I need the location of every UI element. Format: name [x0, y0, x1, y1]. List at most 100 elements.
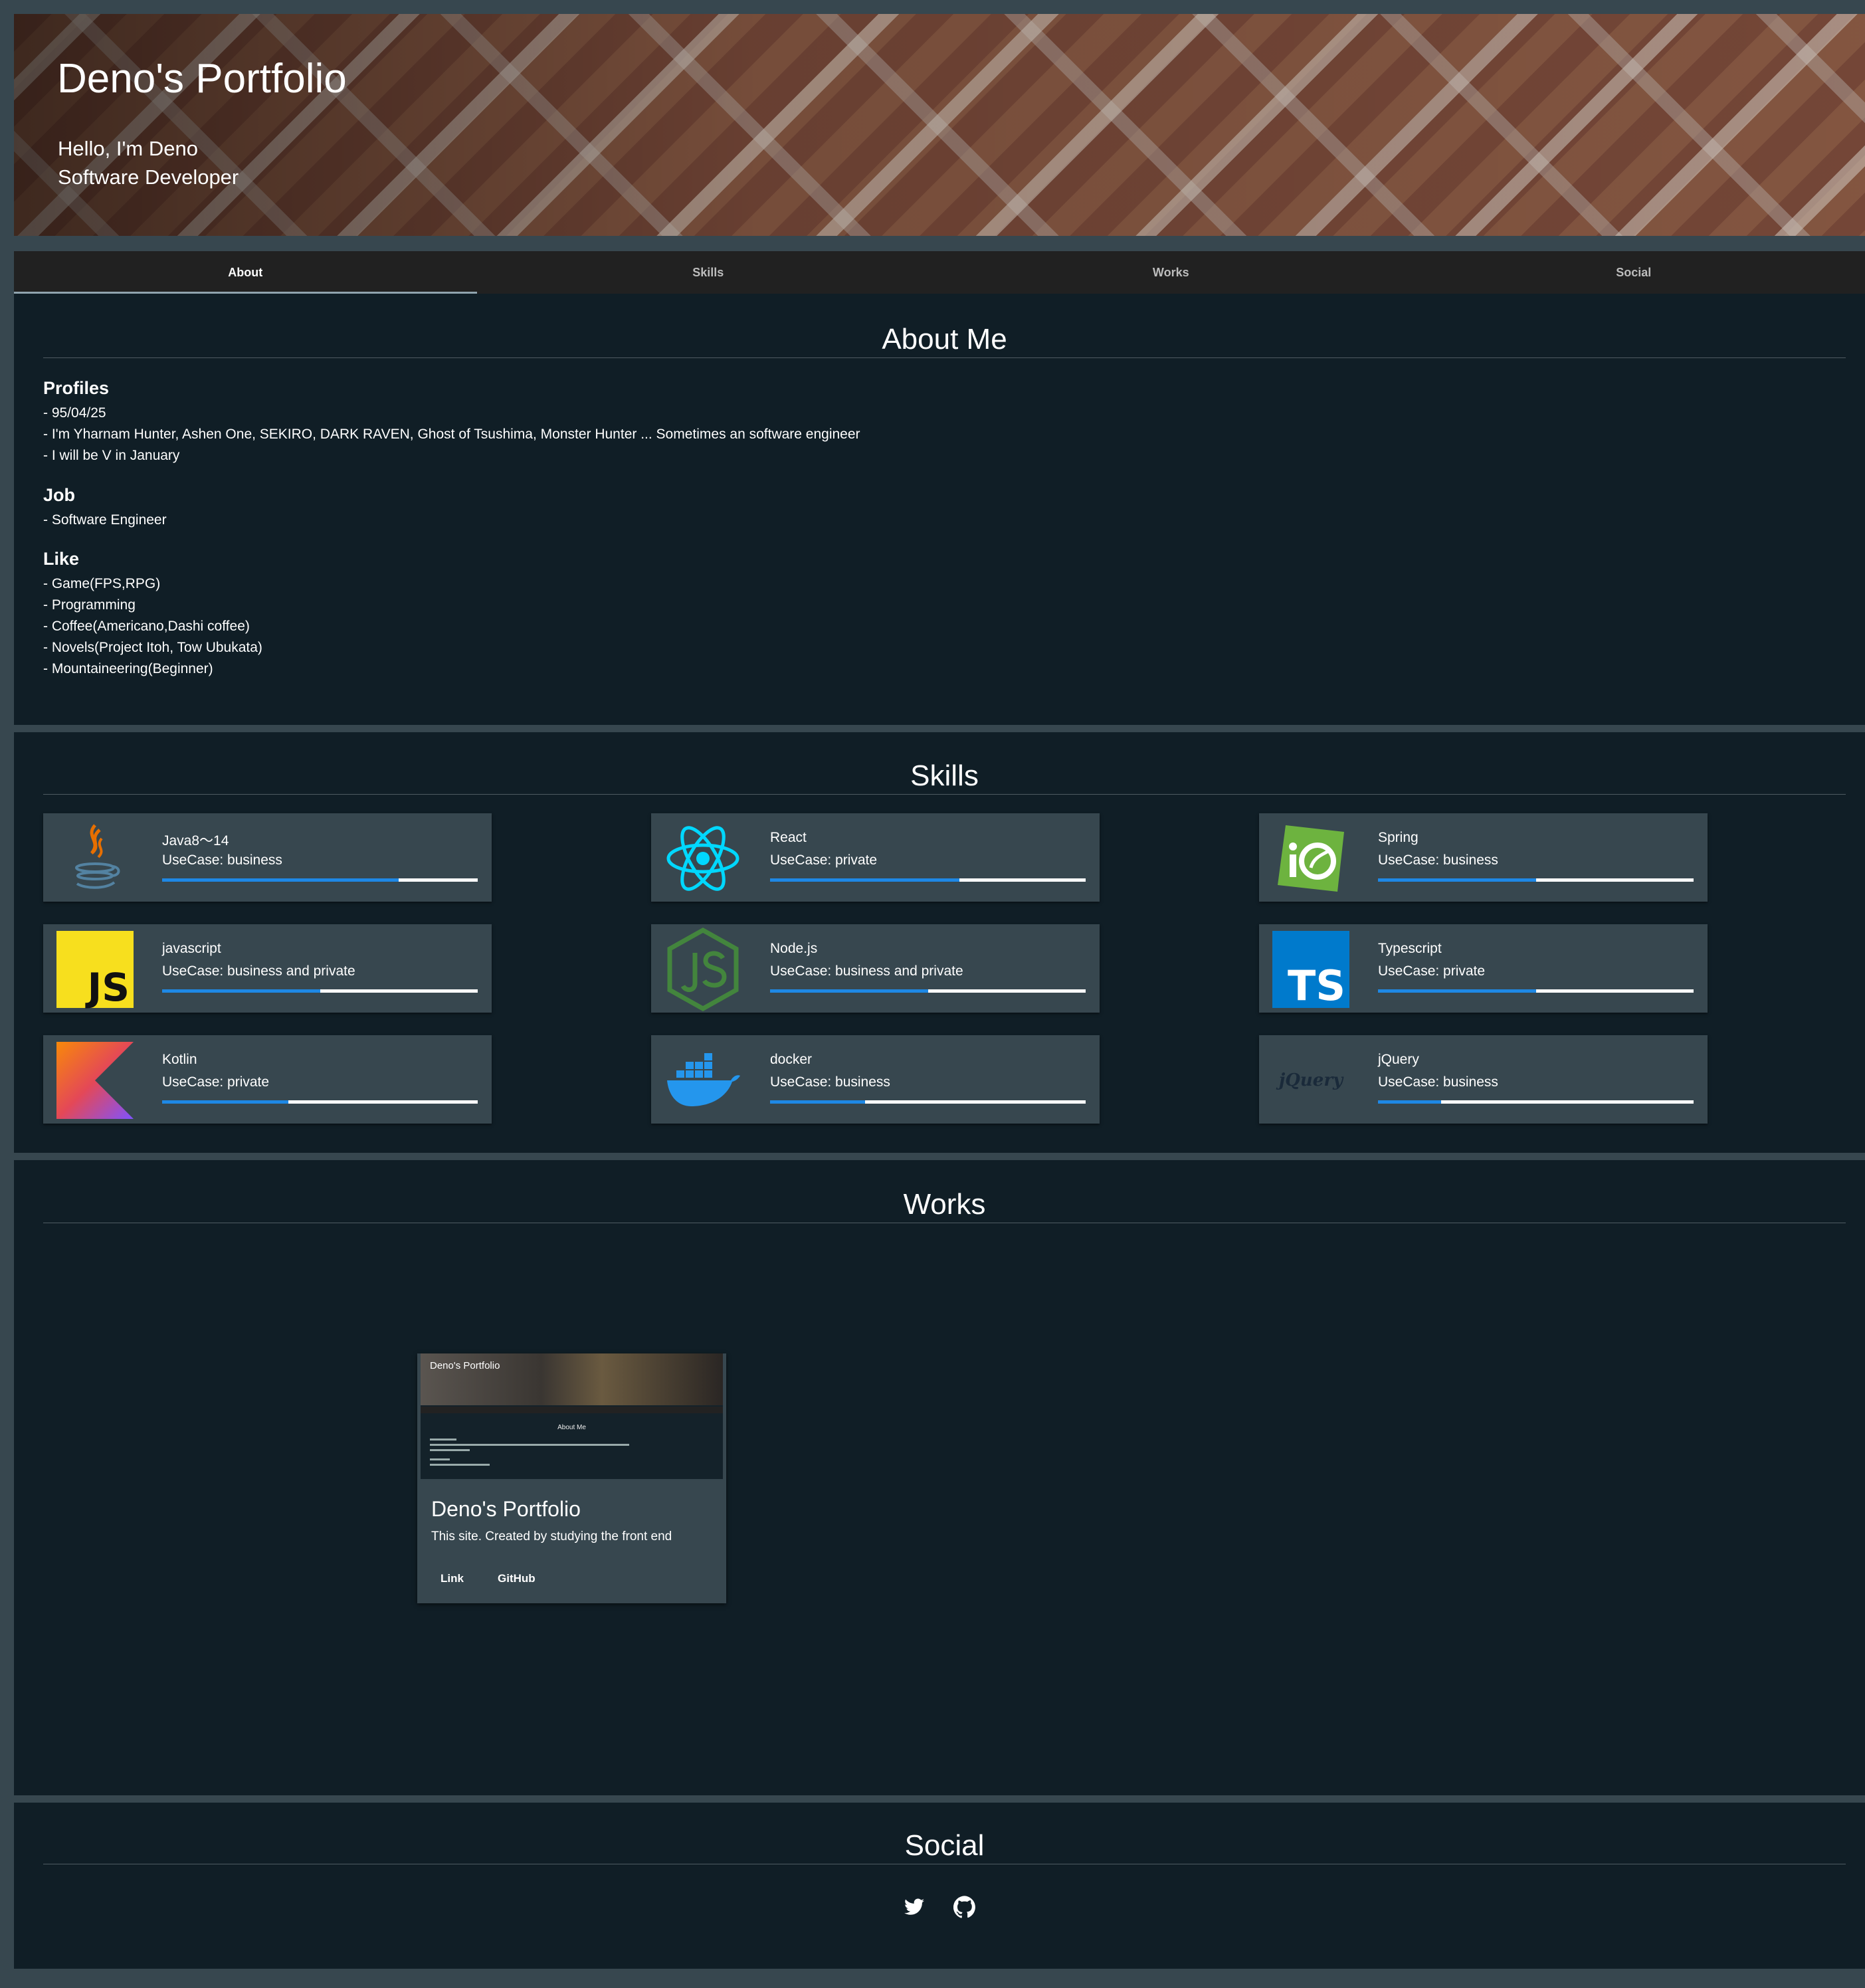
thumb-text-line: [430, 1458, 450, 1460]
skill-progress-bar: [770, 1100, 1086, 1104]
works-title: Works: [43, 1188, 1846, 1223]
skill-usecase: UseCase: private: [770, 852, 878, 868]
like-heading: Like: [43, 549, 80, 569]
skills-title: Skills: [43, 759, 1846, 795]
jquery-icon-label: jQuery: [1278, 1070, 1343, 1090]
skill-progress-fill: [770, 878, 959, 882]
hero-subtitle: Hello, I'm Deno Software Developer: [58, 134, 239, 191]
work-link-button[interactable]: Link: [441, 1572, 464, 1585]
skill-name: Typescript: [1378, 941, 1442, 956]
skill-progress-fill: [1378, 1100, 1441, 1104]
like-line: - Game(FPS,RPG): [43, 576, 161, 591]
profiles-heading: Profiles: [43, 378, 110, 398]
skill-usecase: UseCase: business: [1378, 852, 1498, 868]
hero-role: Software Developer: [58, 165, 239, 189]
skill-progress-fill: [770, 989, 928, 993]
skill-progress-fill: [770, 1100, 865, 1104]
skill-name: docker: [770, 1052, 813, 1067]
thumb-tabs: [421, 1407, 723, 1413]
typescript-icon: TS: [1272, 931, 1349, 1008]
tab-social[interactable]: Social: [1403, 251, 1865, 294]
about-section: About Me Profiles - 95/04/25 - I'm Yharn…: [14, 294, 1865, 725]
like-line: - Mountaineering(Beginner): [43, 661, 213, 676]
skill-usecase: UseCase: business: [1378, 1074, 1498, 1090]
hero-greeting: Hello, I'm Deno: [58, 137, 198, 160]
profiles-line: - I will be V in January: [43, 448, 180, 463]
skill-usecase: UseCase: business: [770, 1074, 890, 1090]
works-section: Works Deno's Portfolio About Me Deno's P…: [14, 1160, 1865, 1795]
skill-card-docker: docker UseCase: business: [651, 1035, 1100, 1124]
kotlin-icon: [56, 1042, 134, 1119]
job-line: - Software Engineer: [43, 512, 167, 528]
skill-card-jquery: jQuery jQuery UseCase: business: [1259, 1035, 1708, 1124]
twitter-icon[interactable]: [903, 1896, 926, 1918]
skill-card-javascript: JS javascript UseCase: business and priv…: [43, 924, 492, 1013]
skill-name: Node.js: [770, 941, 818, 956]
skill-usecase: UseCase: private: [162, 1074, 270, 1090]
tab-about[interactable]: About: [14, 251, 477, 294]
work-card: Deno's Portfolio About Me Deno's Portfol…: [417, 1353, 726, 1603]
skill-progress-fill: [162, 989, 320, 993]
work-title: Deno's Portfolio: [431, 1497, 581, 1521]
skill-progress-fill: [162, 1100, 288, 1104]
skill-card-kotlin: Kotlin UseCase: private: [43, 1035, 492, 1124]
skill-progress-bar: [162, 989, 478, 993]
javascript-icon-label: JS: [87, 965, 130, 1010]
docker-icon: [664, 1042, 741, 1119]
skill-card-typescript: TS Typescript UseCase: private: [1259, 924, 1708, 1013]
skill-name: Spring: [1378, 830, 1419, 845]
skill-progress-fill: [1378, 878, 1536, 882]
github-icon[interactable]: [953, 1896, 976, 1918]
skill-progress-fill: [162, 878, 399, 882]
react-icon: [664, 820, 741, 897]
thumb-text-line: [430, 1444, 629, 1446]
skill-name: Kotlin: [162, 1052, 197, 1067]
work-description: This site. Created by studying the front…: [431, 1530, 672, 1543]
tab-skills[interactable]: Skills: [477, 251, 940, 294]
typescript-icon-label: TS: [1288, 961, 1345, 1010]
like-line: - Novels(Project Itoh, Tow Ubukata): [43, 640, 262, 655]
java-icon: [56, 820, 134, 897]
profiles-block: Profiles - 95/04/25 - I'm Yharnam Hunter…: [43, 378, 860, 466]
skill-progress-bar: [162, 878, 478, 882]
tab-works[interactable]: Works: [939, 251, 1403, 294]
like-line: - Coffee(Americano,Dashi coffee): [43, 619, 250, 634]
skill-name: javascript: [162, 941, 221, 956]
skill-usecase: UseCase: private: [1378, 963, 1486, 979]
social-links: [14, 1896, 1865, 1918]
skill-progress-bar: [1378, 989, 1694, 993]
like-line: - Programming: [43, 597, 136, 613]
like-block: Like - Game(FPS,RPG) - Programming - Cof…: [43, 549, 262, 680]
social-title: Social: [43, 1829, 1846, 1864]
skill-card-react: React UseCase: private: [651, 813, 1100, 902]
skill-name: Java8〜14: [162, 833, 229, 848]
profiles-line: - I'm Yharnam Hunter, Ashen One, SEKIRO,…: [43, 427, 860, 442]
skill-progress-bar: [162, 1100, 478, 1104]
skill-progress-fill: [1378, 989, 1536, 993]
skill-progress-bar: [1378, 878, 1694, 882]
thumb-text-line: [430, 1464, 490, 1466]
nav-tabs: About Skills Works Social: [14, 251, 1865, 294]
javascript-icon: JS: [56, 931, 134, 1008]
spring-icon: [1272, 820, 1349, 897]
social-section: Social: [14, 1803, 1865, 1969]
thumb-title: Deno's Portfolio: [430, 1360, 500, 1371]
skill-card-java: Java8〜14 UseCase: business: [43, 813, 492, 902]
thumb-text-line: [430, 1439, 456, 1441]
hero-banner: Deno's Portfolio Hello, I'm Deno Softwar…: [14, 14, 1865, 236]
skill-card-nodejs: Node.js UseCase: business and private: [651, 924, 1100, 1013]
work-github-button[interactable]: GitHub: [498, 1572, 536, 1585]
skill-card-spring: Spring UseCase: business: [1259, 813, 1708, 902]
skill-usecase: UseCase: business: [162, 852, 282, 868]
job-block: Job - Software Engineer: [43, 485, 167, 531]
skill-usecase: UseCase: business and private: [162, 963, 355, 979]
thumb-section-title: About Me: [557, 1424, 586, 1431]
job-heading: Job: [43, 485, 76, 505]
thumb-text-line: [430, 1449, 470, 1451]
skill-progress-bar: [770, 878, 1086, 882]
skill-progress-bar: [1378, 1100, 1694, 1104]
nodejs-icon: [664, 927, 741, 1012]
skill-name: React: [770, 830, 807, 845]
jquery-icon: jQuery: [1272, 1042, 1349, 1119]
work-thumbnail: Deno's Portfolio About Me: [421, 1353, 723, 1479]
